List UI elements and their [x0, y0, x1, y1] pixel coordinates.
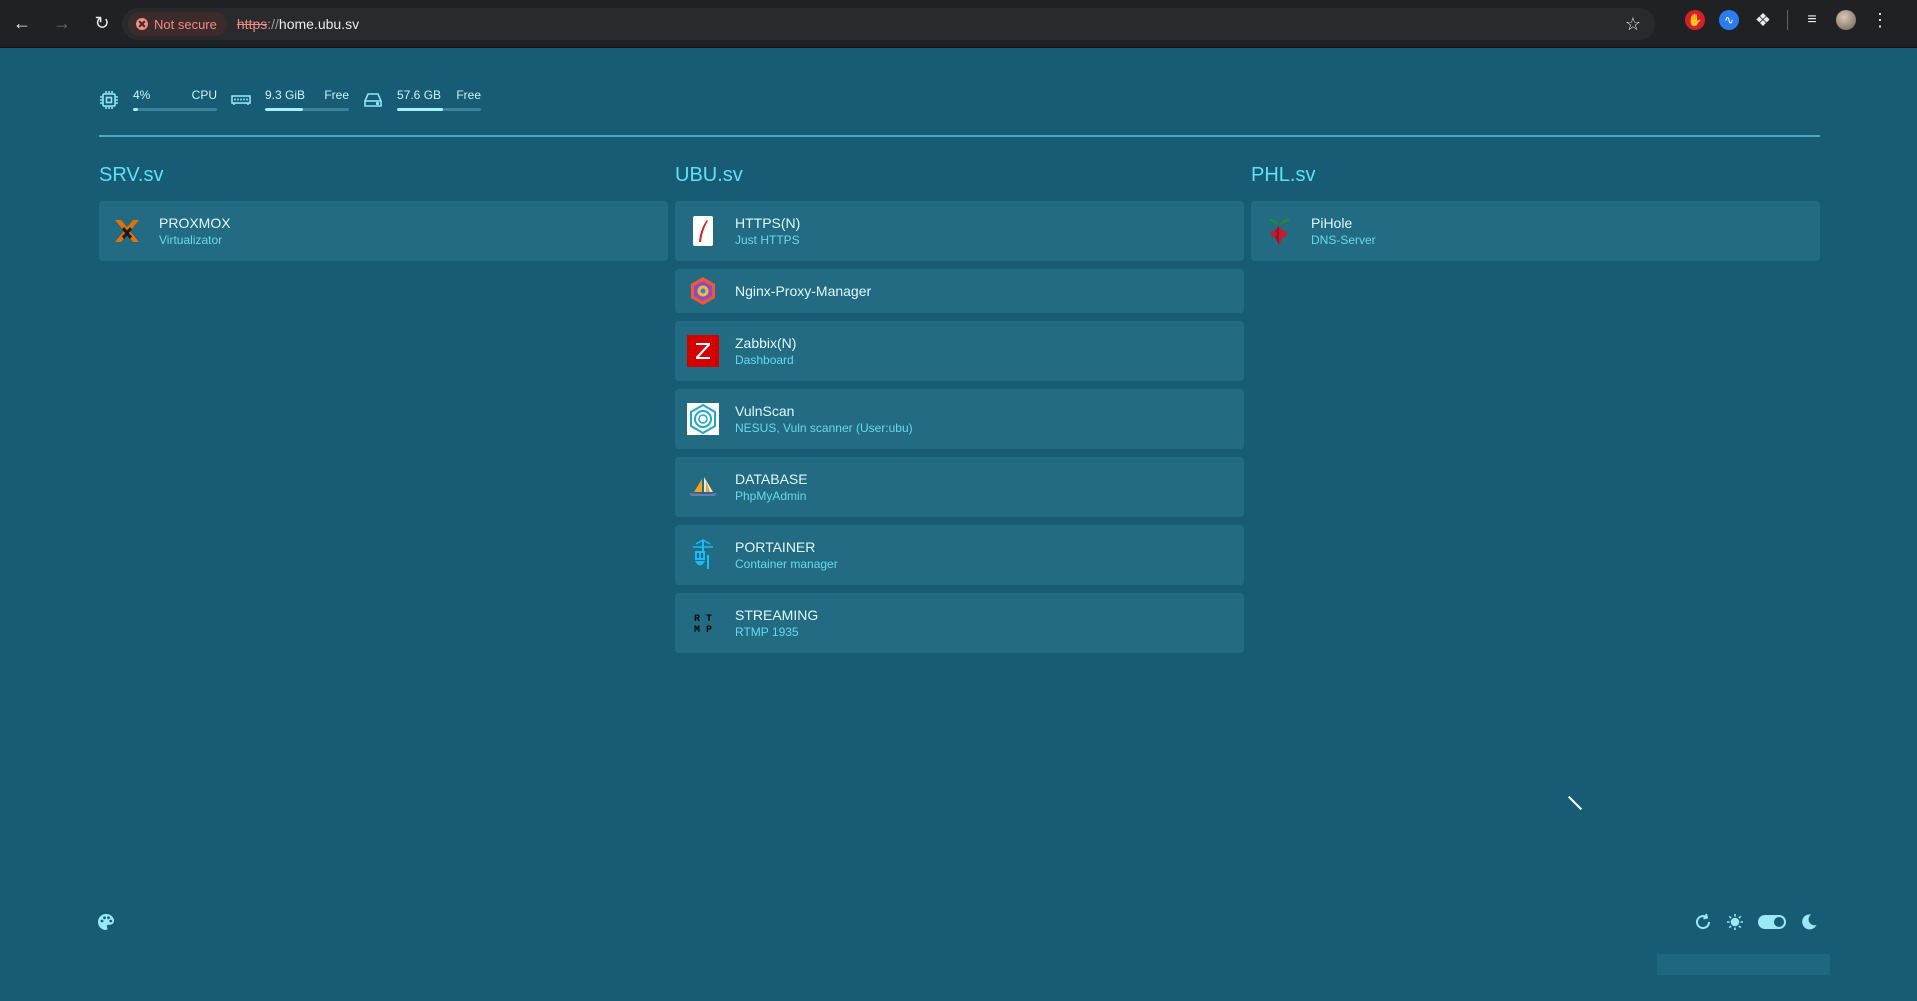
portainer-icon — [687, 539, 719, 571]
cpu-bar-fill — [133, 108, 139, 111]
security-chip[interactable]: Not secure — [128, 12, 227, 36]
extensions-area: ✋ ∿ ❖ ≡ ⋮ — [1685, 10, 1890, 30]
moon-icon — [1800, 913, 1818, 931]
nginx-proxy-manager-icon — [687, 275, 719, 307]
service-subtitle: Container manager — [735, 557, 838, 571]
svg-text:R T: R T — [694, 614, 712, 625]
service-title: Zabbix(N) — [735, 335, 797, 351]
group-title: UBU.sv — [675, 164, 743, 186]
phpmyadmin-icon — [687, 471, 719, 503]
zabbix-icon — [687, 335, 719, 367]
service-subtitle: Just HTTPS — [735, 233, 800, 247]
profile-avatar[interactable] — [1836, 10, 1856, 30]
svg-text:M P: M P — [694, 625, 712, 636]
service-subtitle: RTMP 1935 — [735, 625, 799, 639]
group-title: SRV.sv — [99, 164, 164, 186]
resource-stats: 4% CPU 9.3 GiB Free 57.6 GB Free — [99, 88, 495, 111]
rtmp-icon: R T M P — [687, 607, 719, 639]
service-subtitle: DNS-Server — [1311, 233, 1376, 247]
memory-bar-fill — [265, 108, 303, 111]
service-card-pihole[interactable]: PiHole DNS-Server — [1251, 201, 1820, 261]
service-title: STREAMING — [735, 607, 819, 623]
extension-blue-icon[interactable]: ∿ — [1719, 10, 1739, 30]
group-srv: SRV.sv PROXMOX Virtualizator — [99, 160, 668, 269]
service-card-https[interactable]: HTTPS(N) Just HTTPS — [675, 201, 1244, 261]
vulnscan-icon — [687, 403, 719, 435]
memory-stat: 9.3 GiB Free — [265, 88, 349, 111]
reload-icon[interactable]: ↻ — [84, 6, 120, 42]
sun-icon — [1726, 913, 1744, 931]
forward-icon[interactable]: → — [44, 6, 80, 42]
theme-toggle[interactable] — [1758, 915, 1786, 929]
browser-toolbar: ← → ↻ Not secure https://home.ubu.sv ☆ ✋… — [0, 0, 1917, 48]
memory-label: Free — [324, 88, 349, 102]
extension-red-icon[interactable]: ✋ — [1685, 10, 1705, 30]
service-card-zabbix[interactable]: Zabbix(N) Dashboard — [675, 321, 1244, 381]
extensions-puzzle-icon[interactable]: ❖ — [1753, 10, 1773, 30]
memory-value: 9.3 GiB — [265, 88, 306, 102]
cpu-value: 4% — [133, 88, 151, 102]
url-scheme: https — [236, 16, 268, 32]
service-card-database[interactable]: DATABASE PhpMyAdmin — [675, 457, 1244, 517]
url-separator: :// — [267, 16, 279, 32]
url-host: home.ubu.sv — [278, 16, 360, 32]
service-card-streaming[interactable]: R T M P STREAMING RTMP 1935 — [675, 593, 1244, 653]
group-title: PHL.sv — [1251, 164, 1316, 186]
back-icon[interactable]: ← — [4, 6, 40, 42]
disk-value: 57.6 GB — [397, 88, 442, 102]
service-subtitle: NESUS, Vuln scanner (User:ubu) — [735, 421, 913, 435]
url-text[interactable]: https://home.ubu.sv — [237, 16, 359, 32]
browser-menu-icon[interactable]: ⋮ — [1870, 10, 1890, 30]
warning-icon — [136, 18, 148, 30]
security-label: Not secure — [154, 16, 217, 32]
disk-label: Free — [456, 88, 481, 102]
service-card-vulnscan[interactable]: VulnScan NESUS, Vuln scanner (User:ubu) — [675, 389, 1244, 449]
disk-stat: 57.6 GB Free — [397, 88, 481, 111]
feather-icon — [687, 215, 719, 247]
service-title: VulnScan — [735, 403, 795, 419]
service-card-nginx-proxy-manager[interactable]: Nginx-Proxy-Manager — [675, 269, 1244, 313]
cpu-stat: 4% CPU — [133, 88, 217, 111]
disk-bar — [397, 108, 481, 111]
header-divider — [99, 135, 1820, 137]
service-title: DATABASE — [735, 471, 808, 487]
service-title: HTTPS(N) — [735, 215, 801, 231]
service-subtitle: Dashboard — [735, 353, 794, 367]
footer-controls — [1694, 913, 1818, 931]
service-title: PiHole — [1311, 215, 1353, 231]
palette-icon[interactable] — [97, 913, 115, 931]
service-title: PORTAINER — [735, 539, 816, 555]
cpu-label: CPU — [191, 88, 217, 102]
disk-bar-fill — [397, 108, 444, 111]
group-phl: PHL.sv PiHole DNS-Server — [1251, 160, 1820, 269]
cpu-icon — [100, 90, 118, 109]
service-title: Nginx-Proxy-Manager — [735, 283, 872, 299]
service-subtitle: Virtualizator — [159, 233, 223, 247]
proxmox-icon — [111, 215, 143, 247]
service-card-portainer[interactable]: PORTAINER Container manager — [675, 525, 1244, 585]
pihole-icon — [1263, 215, 1295, 247]
service-title: PROXMOX — [159, 215, 231, 231]
footer-strip — [1657, 954, 1830, 975]
memory-icon — [231, 94, 251, 105]
address-bar[interactable]: Not secure https://home.ubu.sv ☆ — [122, 8, 1655, 40]
refresh-icon[interactable] — [1694, 913, 1712, 931]
disk-icon — [364, 92, 382, 107]
mouse-cursor — [1567, 795, 1583, 811]
media-control-icon[interactable]: ≡ — [1802, 10, 1822, 30]
group-ubu: UBU.sv HTTPS(N) Just HTTPS Nginx-Proxy-M… — [675, 160, 1244, 661]
toolbar-divider — [1787, 10, 1788, 30]
memory-bar — [265, 108, 349, 111]
service-card-proxmox[interactable]: PROXMOX Virtualizator — [99, 201, 668, 261]
bookmark-star-icon[interactable]: ☆ — [1625, 14, 1641, 35]
service-subtitle: PhpMyAdmin — [735, 489, 807, 503]
cpu-bar — [133, 108, 217, 111]
